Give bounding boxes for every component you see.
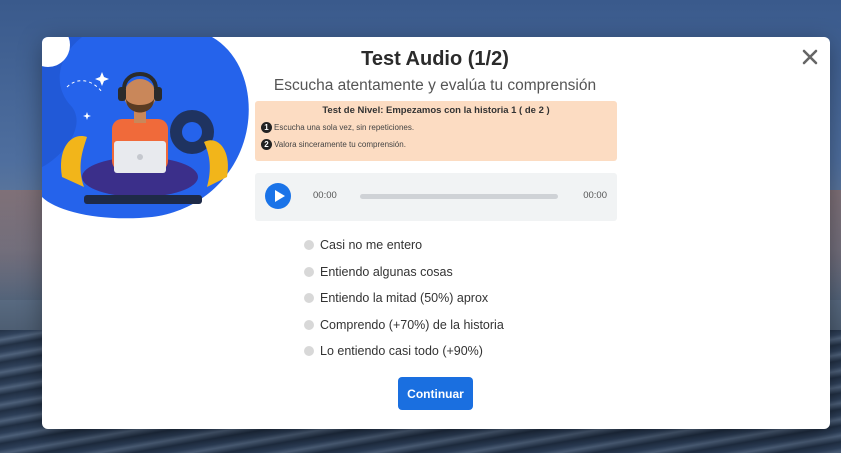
duration-time: 00:00	[583, 190, 607, 201]
instruction-step: 1 Escucha una sola vez, sin repeticiones…	[261, 122, 611, 133]
option-comprendo-70[interactable]: Comprendo (+70%) de la historia	[304, 312, 504, 339]
radio-button[interactable]	[304, 319, 314, 330]
continue-button[interactable]: Continuar	[398, 377, 473, 410]
instructions-box: Test de Nivel: Empezamos con la historia…	[255, 101, 617, 161]
instruction-step: 2 Valora sinceramente tu comprensión.	[261, 139, 611, 150]
radio-button[interactable]	[304, 266, 314, 277]
radio-button[interactable]	[304, 240, 314, 251]
option-label: Entiendo la mitad (50%) aprox	[320, 291, 489, 306]
comprehension-options: Casi no me entero Entiendo algunas cosas…	[304, 232, 504, 365]
radio-button[interactable]	[304, 346, 314, 357]
option-label: Entiendo algunas cosas	[320, 264, 453, 279]
option-label: Casi no me entero	[320, 238, 423, 253]
option-casi-todo-90[interactable]: Lo entiendo casi todo (+90%)	[304, 338, 504, 365]
option-label: Comprendo (+70%) de la historia	[320, 317, 504, 332]
close-icon[interactable]	[800, 47, 820, 67]
listener-illustration	[42, 37, 249, 219]
option-casi-no-me-entero[interactable]: Casi no me entero	[304, 232, 504, 259]
instructions-title: Test de Nivel: Empezamos con la historia…	[322, 105, 550, 116]
option-label: Lo entiendo casi todo (+90%)	[320, 344, 483, 359]
current-time: 00:00	[313, 190, 337, 201]
step-number-badge: 2	[261, 139, 272, 150]
instruction-step-text: Escucha una sola vez, sin repeticiones.	[274, 123, 415, 132]
play-icon[interactable]	[265, 183, 291, 209]
audio-progress-track[interactable]	[360, 194, 558, 199]
modal-title: Test Audio (1/2)	[361, 48, 509, 70]
radio-button[interactable]	[304, 293, 314, 304]
option-entiendo-la-mitad[interactable]: Entiendo la mitad (50%) aprox	[304, 285, 504, 312]
audio-player: 00:00 00:00	[255, 173, 617, 221]
audio-test-modal: Test Audio (1/2) Escucha atentamente y e…	[42, 37, 830, 429]
modal-subtitle: Escucha atentamente y evalúa tu comprens…	[273, 77, 597, 94]
instruction-step-text: Valora sinceramente tu comprensión.	[274, 140, 406, 149]
step-number-badge: 1	[261, 122, 272, 133]
option-entiendo-algunas-cosas[interactable]: Entiendo algunas cosas	[304, 259, 504, 286]
